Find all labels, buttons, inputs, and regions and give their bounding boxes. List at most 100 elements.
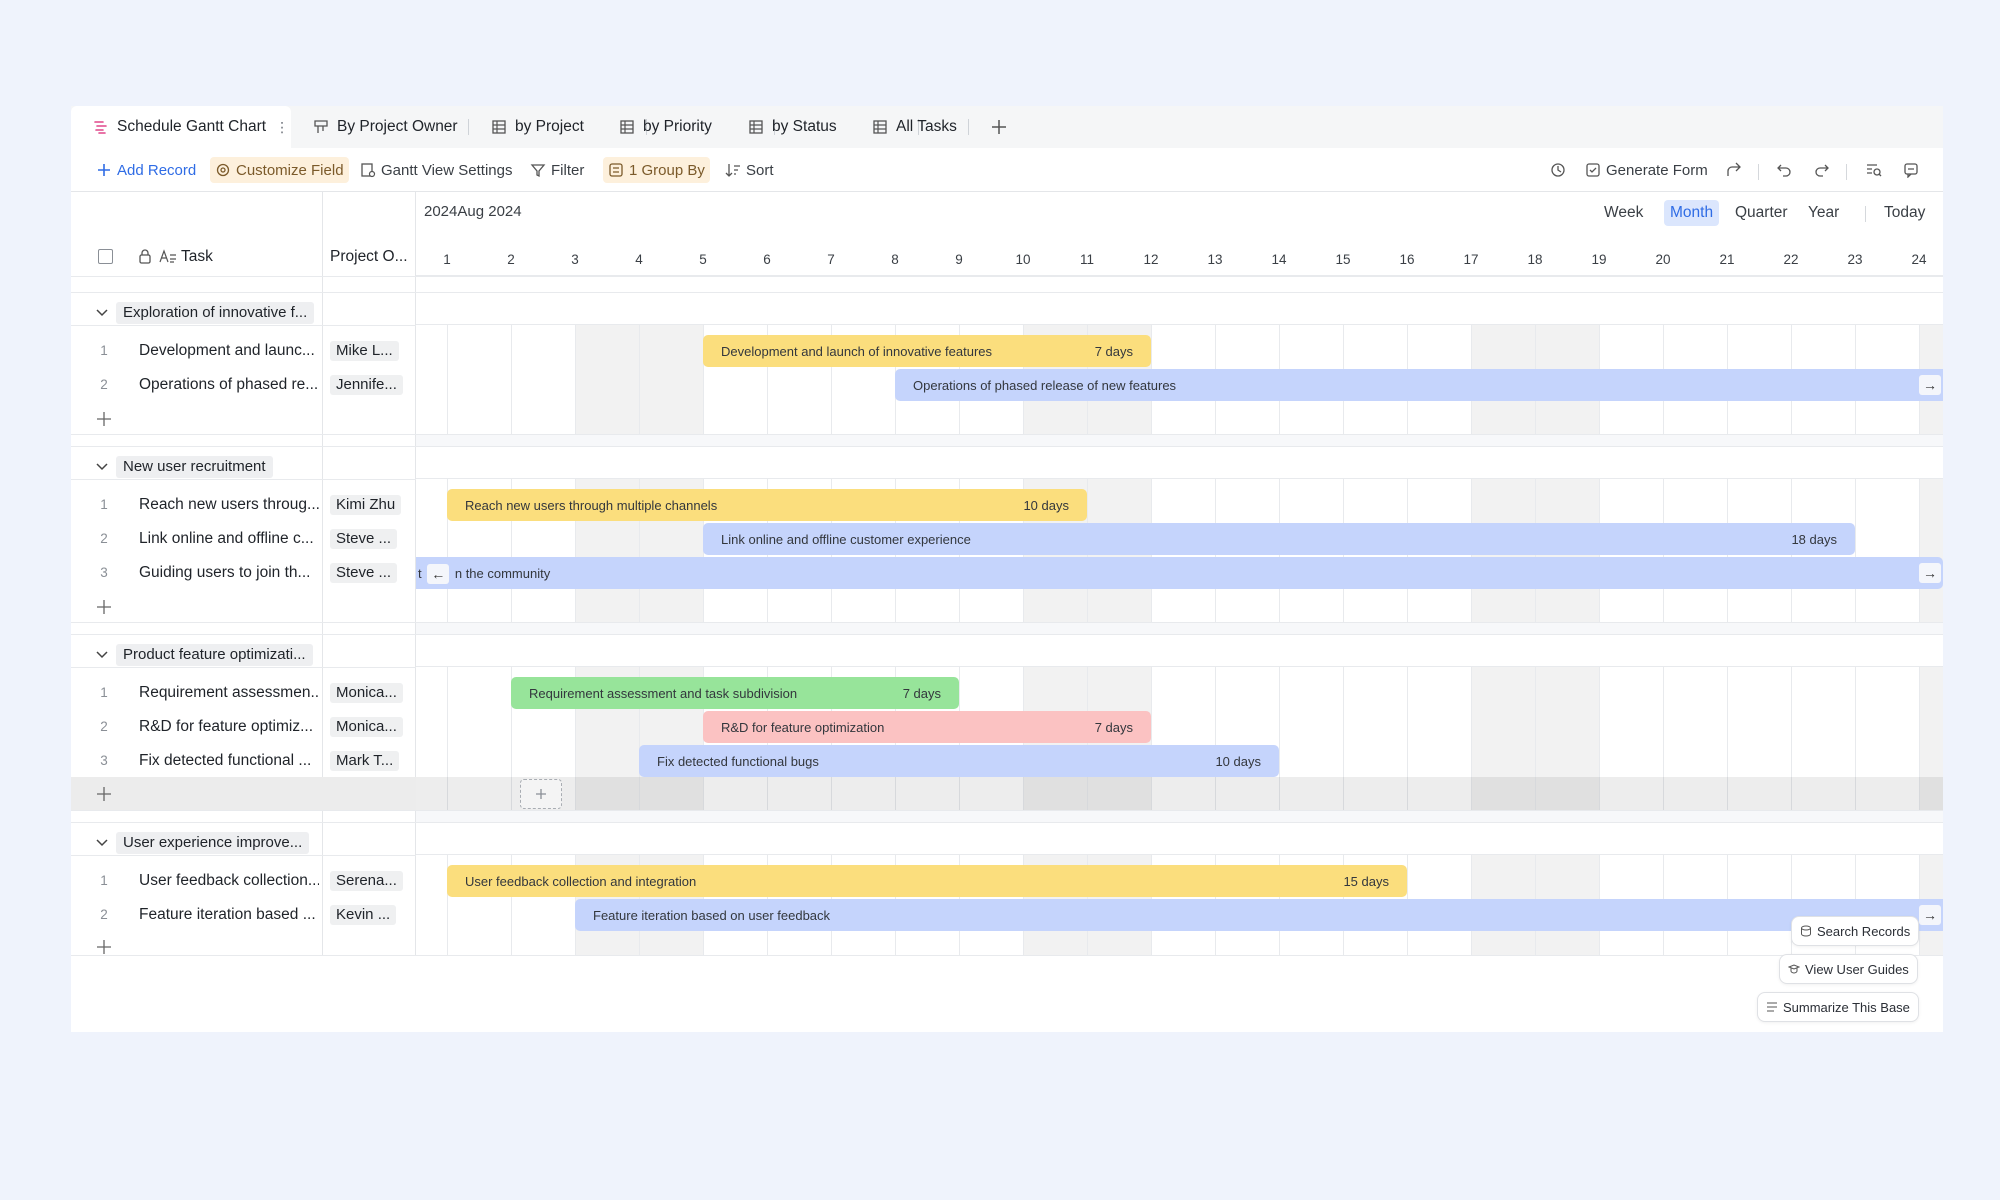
chevron-down-icon[interactable] [96, 839, 108, 847]
tab-by-project[interactable]: by Project [491, 106, 584, 148]
owner-cell[interactable]: Kimi Zhu [330, 495, 402, 515]
search-list-icon [1867, 164, 1882, 177]
view-user-guides-button[interactable]: View User Guides [1779, 954, 1918, 984]
arrow-left-icon[interactable]: ← [427, 564, 450, 584]
group-label[interactable]: Exploration of innovative f... [116, 302, 315, 324]
gantt-bar[interactable]: User feedback collection and integration… [447, 865, 1407, 897]
task-cell[interactable]: Guiding users to join th... [139, 564, 319, 582]
tab-by-status[interactable]: by Status [748, 106, 837, 148]
history-icon [1551, 163, 1565, 177]
gantt-bar[interactable]: Development and launch of innovative fea… [703, 335, 1151, 367]
add-view-button[interactable] [991, 106, 1007, 148]
owner-cell[interactable]: Kevin ... [330, 905, 397, 925]
gantt-bar[interactable]: Reach new users through multiple channel… [447, 489, 1087, 521]
gantt-bar-duration: 10 days [1215, 753, 1261, 769]
add-row-icon[interactable] [96, 599, 112, 615]
owner-column-header[interactable]: Project O... [330, 248, 414, 266]
group-label[interactable]: User experience improve... [116, 832, 310, 854]
select-all-checkbox[interactable] [98, 249, 113, 264]
owner-cell[interactable]: Mark T... [330, 751, 400, 771]
day-number: 10 [1015, 252, 1031, 267]
tab-by-project-owner[interactable]: By Project Owner [313, 106, 458, 148]
add-row-icon[interactable] [96, 411, 112, 427]
chevron-down-icon[interactable] [96, 463, 108, 471]
row-divider [71, 855, 416, 856]
task-cell[interactable]: Fix detected functional ... [139, 752, 319, 770]
task-cell[interactable]: Development and launc... [139, 342, 319, 360]
search-records-button[interactable]: Search Records [1791, 916, 1920, 946]
app-window: Schedule Gantt Chart ⋮ By Project Owner … [71, 106, 1943, 1032]
tab-label: All Tasks [896, 118, 957, 135]
scale-week-button[interactable]: Week [1598, 200, 1649, 226]
gantt-bar[interactable]: Link online and offline customer experie… [703, 523, 1855, 555]
task-cell[interactable]: R&D for feature optimiz... [139, 718, 319, 736]
add-record-button[interactable]: Add Record [91, 157, 201, 183]
generate-form-button[interactable]: Generate Form [1580, 157, 1713, 183]
add-bar-placeholder[interactable] [520, 779, 562, 809]
hover-add-row[interactable] [71, 777, 416, 811]
day-number: 6 [763, 252, 771, 267]
owner-cell[interactable]: Steve ... [330, 563, 398, 583]
group-label[interactable]: Product feature optimizati... [116, 644, 313, 666]
group-end-divider [71, 622, 416, 623]
gantt-bar[interactable]: t ← n the community → [416, 557, 1943, 589]
task-cell[interactable]: Reach new users throug... [139, 496, 319, 514]
group-label[interactable]: New user recruitment [116, 456, 273, 478]
task-cell[interactable]: Operations of phased re... [139, 376, 319, 394]
filter-button[interactable]: Filter [525, 157, 589, 183]
task-cell[interactable]: Link online and offline c... [139, 530, 319, 548]
chevron-down-icon[interactable] [96, 651, 108, 659]
owner-cell[interactable]: Steve ... [330, 529, 398, 549]
chevron-down-icon[interactable] [96, 309, 108, 317]
task-cell[interactable]: Requirement assessmen... [139, 684, 319, 702]
gantt-icon [94, 121, 107, 134]
comment-button[interactable] [1898, 157, 1924, 183]
sort-button[interactable]: Sort [720, 157, 779, 183]
task-cell[interactable]: User feedback collection... [139, 872, 319, 890]
gantt-bar[interactable]: R&D for feature optimization 7 days [703, 711, 1151, 743]
tab-schedule-gantt-chart[interactable]: Schedule Gantt Chart ⋮ [71, 106, 291, 148]
share-button[interactable] [1721, 157, 1747, 183]
arrow-right-icon[interactable]: → [1919, 375, 1941, 395]
table-bottom-border [71, 955, 416, 956]
gantt-bar-label: t ← n the community [418, 564, 551, 584]
task-column-header[interactable]: Task [181, 248, 213, 266]
tab-all-tasks[interactable]: All Tasks [872, 106, 957, 148]
gantt-bar-duration: 7 days [902, 685, 941, 701]
add-row-icon[interactable] [96, 786, 112, 802]
summarize-base-button[interactable]: Summarize This Base [1757, 992, 1919, 1022]
owner-cell[interactable]: Serena... [330, 871, 403, 891]
task-cell[interactable]: Feature iteration based ... [139, 906, 319, 924]
scale-year-button[interactable]: Year [1802, 200, 1845, 226]
more-vertical-icon[interactable]: ⋮ [275, 119, 289, 136]
tab-label: By Project Owner [337, 118, 458, 135]
owner-cell[interactable]: Mike L... [330, 341, 399, 361]
gantt-bar[interactable]: Operations of phased release of new feat… [895, 369, 1943, 401]
arrow-right-icon[interactable]: → [1919, 905, 1941, 925]
scale-quarter-button[interactable]: Quarter [1729, 200, 1794, 226]
undo-button[interactable] [1771, 157, 1797, 183]
add-row-icon[interactable] [96, 939, 112, 955]
group-band [416, 822, 1943, 855]
customize-field-button[interactable]: Customize Field [210, 157, 349, 183]
owner-cell[interactable]: Monica... [330, 683, 403, 703]
owner-cell[interactable]: Jennife... [330, 375, 403, 395]
gantt-bar-label: Requirement assessment and task subdivis… [529, 685, 798, 701]
gantt-bar[interactable]: Requirement assessment and task subdivis… [511, 677, 959, 709]
day-number: 11 [1079, 252, 1094, 267]
gantt-bar-label: Feature iteration based on user feedback [593, 907, 831, 923]
search-view-button[interactable] [1861, 157, 1887, 183]
today-button[interactable]: Today [1878, 200, 1931, 226]
gantt-bar[interactable]: Fix detected functional bugs 10 days [639, 745, 1279, 777]
arrow-right-icon[interactable]: → [1919, 563, 1941, 583]
group-by-button[interactable]: 1 Group By [603, 157, 710, 183]
tab-by-priority[interactable]: by Priority [619, 106, 712, 148]
history-button[interactable] [1545, 157, 1571, 183]
owner-cell[interactable]: Monica... [330, 717, 403, 737]
redo-button[interactable] [1809, 157, 1835, 183]
gantt-view-settings-button[interactable]: Gantt View Settings [355, 157, 517, 183]
grid-icon [749, 120, 763, 134]
gantt-bar[interactable]: Feature iteration based on user feedback… [575, 899, 1943, 931]
scale-month-button[interactable]: Month [1664, 200, 1720, 226]
day-number: 22 [1783, 252, 1799, 267]
